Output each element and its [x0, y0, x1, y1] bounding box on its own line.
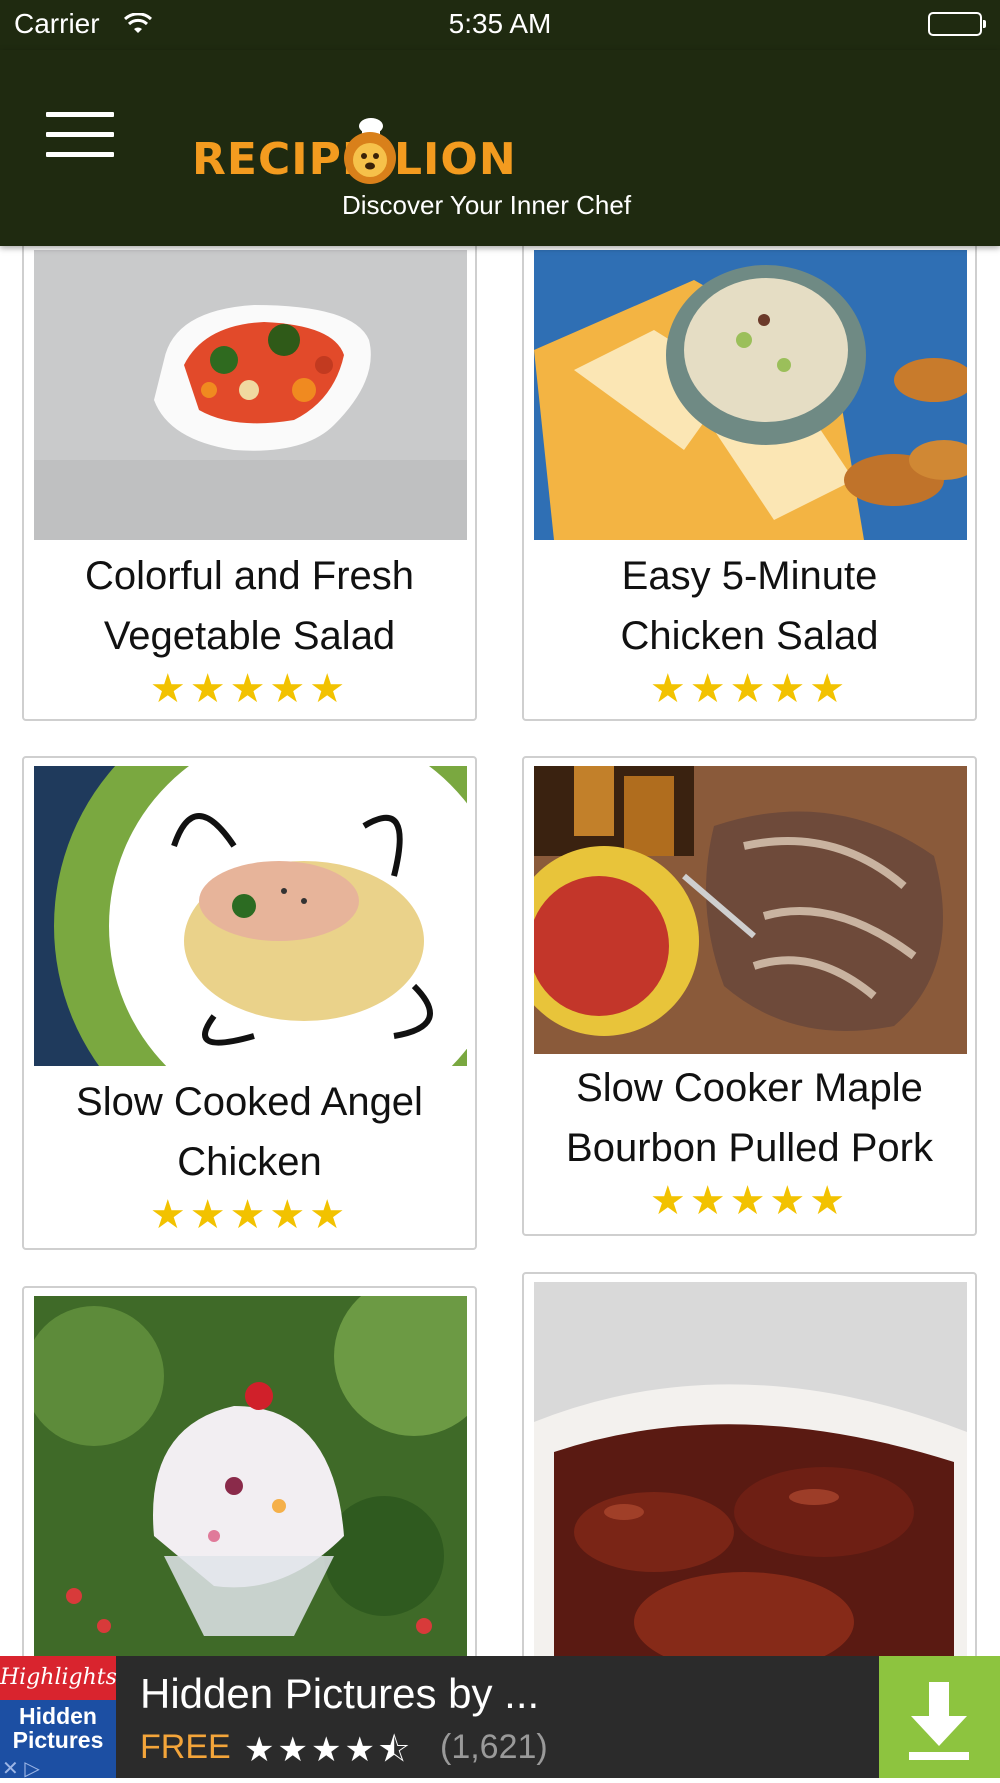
recipe-image-chicken-salad — [534, 250, 967, 540]
ad-review-count: (1,621) — [440, 1728, 548, 1766]
lion-chef-icon — [340, 116, 398, 188]
logo-tagline: Discover Your Inner Chef — [342, 190, 632, 220]
ad-download-button[interactable] — [879, 1656, 1000, 1778]
recipe-card[interactable] — [522, 1272, 977, 1656]
recipe-title: Easy 5-Minute Chicken Salad — [620, 554, 879, 658]
ad-title: Hidden Pictures by ... — [140, 1670, 540, 1717]
star-rating: ★★★★★ — [149, 1193, 350, 1237]
hamburger-menu-button[interactable] — [46, 112, 114, 162]
app-header: RECIPE LION Discover Your Inner Chef — [0, 50, 1000, 246]
recipe-card[interactable]: Colorful and Fresh Vegetable Salad ★★★★★ — [22, 246, 477, 721]
recipe-grid: Colorful and Fresh Vegetable Salad ★★★★★ — [0, 246, 1000, 1656]
star-rating: ★★★★★ — [149, 667, 350, 711]
recipe-image-pulled-pork — [534, 766, 967, 1054]
ad-banner[interactable]: Highlights Hidden Pictures ✕ ▷ Hidden Pi… — [0, 1656, 1000, 1781]
download-icon — [909, 1682, 969, 1760]
recipe-image-angel-chicken — [34, 766, 467, 1066]
recipe-card[interactable] — [22, 1286, 477, 1656]
star-rating: ★★★★★ — [649, 1179, 850, 1223]
battery-icon — [928, 12, 986, 36]
recipe-image-vegetable-salad — [34, 250, 467, 540]
clock: 5:35 AM — [448, 8, 552, 39]
recipe-lion-logo[interactable]: RECIPE LION Discover Your Inner Chef — [192, 112, 652, 220]
recipe-title: Colorful and Fresh Vegetable Salad — [84, 554, 415, 658]
recipe-card[interactable]: Slow Cooker Maple Bourbon Pulled Pork ★★… — [522, 756, 977, 1236]
recipe-title: Slow Cooked Angel Chicken — [76, 1080, 423, 1184]
status-bar: Carrier 5:35 AM — [0, 0, 1000, 50]
logo-word-lion: LION — [394, 134, 517, 185]
star-rating: ★★★★★ — [649, 667, 850, 711]
recipe-card[interactable]: Slow Cooked Angel Chicken ★★★★★ — [22, 756, 477, 1250]
ad-choices-close-icon[interactable]: ✕ ▷ — [2, 1756, 40, 1781]
ad-price: FREE — [140, 1728, 231, 1766]
recipe-image-ambrosia-salad — [34, 1296, 467, 1656]
recipe-card[interactable]: Easy 5-Minute Chicken Salad ★★★★★ — [522, 246, 977, 721]
recipe-title: Slow Cooker Maple Bourbon Pulled Pork — [566, 1066, 933, 1170]
ad-icon-title: Hidden Pictures — [12, 1703, 104, 1753]
hamburger-icon — [46, 112, 114, 117]
recipe-image-glazed-ribs — [534, 1282, 967, 1656]
ad-star-rating: ★★★★⯪ — [244, 1731, 414, 1769]
ad-icon-brand: Highlights — [0, 1656, 117, 1700]
